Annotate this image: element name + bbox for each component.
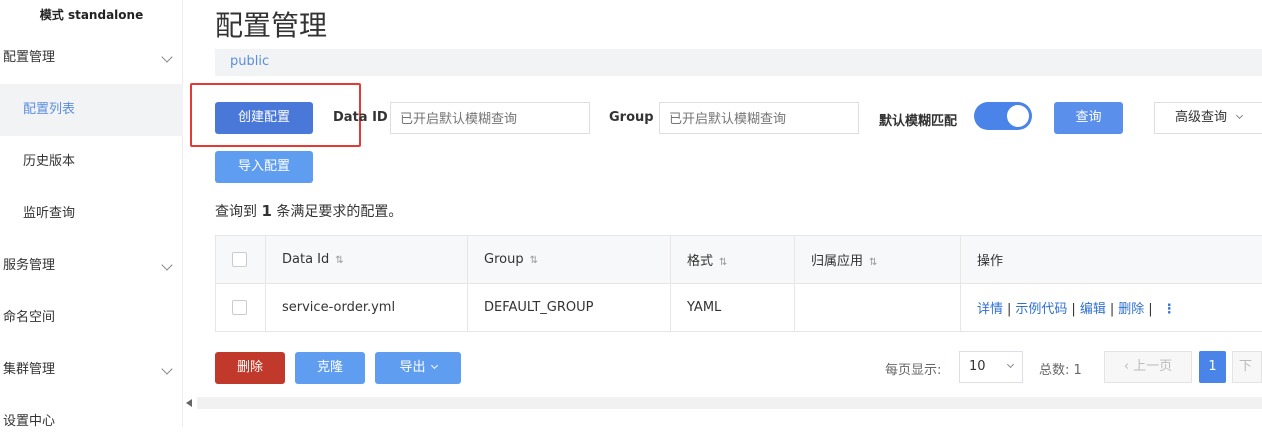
sidebar-item-label: 历史版本	[23, 154, 75, 169]
detail-link[interactable]: 详情	[977, 302, 1003, 317]
sample-code-link[interactable]: 示例代码	[1015, 302, 1067, 317]
cell-app	[795, 284, 961, 332]
header-app[interactable]: 归属应用⇅	[795, 236, 961, 284]
header-format[interactable]: 格式⇅	[671, 236, 795, 284]
page-number-current[interactable]: 1	[1199, 351, 1226, 383]
sidebar-item-label: 配置列表	[23, 102, 75, 117]
header-data-id[interactable]: Data Id⇅	[266, 236, 468, 284]
mode-label: 模式 standalone	[0, 6, 183, 23]
query-summary: 查询到 1 条满足要求的配置。	[215, 201, 402, 221]
horizontal-scrollbar[interactable]	[183, 395, 1262, 411]
sort-icon[interactable]: ⇅	[335, 255, 343, 266]
header-group[interactable]: Group⇅	[468, 236, 671, 284]
clone-button[interactable]: 克隆	[295, 352, 365, 384]
group-label: Group	[609, 110, 654, 125]
prev-page-button[interactable]: ‹ 上一页	[1104, 351, 1192, 383]
delete-link[interactable]: 删除	[1118, 302, 1144, 317]
sidebar-item-history[interactable]: 历史版本	[0, 136, 183, 188]
cell-group: DEFAULT_GROUP	[468, 284, 671, 332]
summary-prefix: 查询到	[215, 204, 257, 220]
toggle-knob	[1007, 105, 1029, 127]
table-row: service-order.yml DEFAULT_GROUP YAML 详情|…	[216, 284, 1262, 332]
sidebar-item-cluster-management[interactable]: 集群管理	[0, 344, 183, 396]
advanced-query-label: 高级查询	[1175, 110, 1227, 125]
sidebar-item-settings[interactable]: 设置中心	[0, 396, 183, 448]
export-label: 导出	[399, 360, 425, 375]
sort-icon[interactable]: ⇅	[869, 257, 877, 268]
advanced-query-dropdown[interactable]: 高级查询	[1154, 102, 1262, 134]
group-input[interactable]	[659, 102, 859, 134]
create-config-button[interactable]: 创建配置	[215, 102, 313, 134]
export-button[interactable]: 导出	[375, 352, 461, 384]
bulk-delete-button[interactable]: 删除	[215, 352, 285, 384]
more-icon[interactable]: ⋮	[1163, 302, 1176, 317]
chevron-down-icon	[430, 362, 437, 369]
sort-icon[interactable]: ⇅	[530, 255, 538, 266]
sidebar-item-config-list[interactable]: 配置列表	[0, 84, 183, 136]
config-table: Data Id⇅ Group⇅ 格式⇅ 归属应用⇅ 操作 service-ord…	[215, 235, 1262, 332]
summary-count: 1	[261, 202, 271, 220]
sidebar-item-namespace[interactable]: 命名空间	[0, 292, 183, 344]
query-button[interactable]: 查询	[1054, 102, 1123, 134]
sidebar: 模式 standalone 配置管理 配置列表 历史版本 监听查询 服务管理 命…	[0, 0, 183, 427]
chevron-down-icon	[161, 259, 172, 270]
page-size-select[interactable]: 10	[959, 351, 1023, 383]
sidebar-item-service-management[interactable]: 服务管理	[0, 240, 183, 292]
page-size-value: 10	[969, 359, 986, 374]
namespace-bar: public	[215, 49, 1262, 76]
sidebar-item-label: 集群管理	[3, 362, 55, 377]
import-config-button[interactable]: 导入配置	[215, 151, 313, 183]
header-ops: 操作	[961, 236, 1262, 284]
cell-data-id: service-order.yml	[266, 284, 468, 332]
fuzzy-match-toggle[interactable]	[974, 102, 1032, 130]
chevron-down-icon	[1236, 112, 1243, 119]
sort-icon[interactable]: ⇅	[719, 257, 727, 268]
checkbox[interactable]	[232, 300, 247, 315]
row-select[interactable]	[216, 284, 266, 332]
prev-label: 上一页	[1133, 359, 1172, 374]
edit-link[interactable]: 编辑	[1080, 302, 1106, 317]
total-label: 总数: 1	[1039, 359, 1082, 378]
page-title: 配置管理	[215, 4, 327, 44]
namespace-tab-public[interactable]: public	[230, 54, 269, 69]
sidebar-item-listener-query[interactable]: 监听查询	[0, 188, 183, 240]
next-page-button[interactable]: 下一	[1232, 351, 1262, 383]
sidebar-item-config-management[interactable]: 配置管理	[0, 32, 183, 84]
scroll-left-icon[interactable]	[186, 399, 192, 407]
sidebar-item-label: 配置管理	[3, 50, 55, 65]
header-select-all[interactable]	[216, 236, 266, 284]
table-header-row: Data Id⇅ Group⇅ 格式⇅ 归属应用⇅ 操作	[216, 236, 1262, 284]
chevron-down-icon	[161, 51, 172, 62]
page-size-label: 每页显示:	[885, 359, 941, 378]
sidebar-item-label: 命名空间	[3, 310, 55, 325]
summary-suffix: 条满足要求的配置。	[276, 204, 402, 220]
fuzzy-match-label: 默认模糊匹配	[879, 110, 957, 129]
chevron-down-icon	[161, 363, 172, 374]
checkbox[interactable]	[232, 252, 247, 267]
data-id-input[interactable]	[390, 102, 590, 134]
cell-format: YAML	[671, 284, 795, 332]
scrollbar-track[interactable]	[197, 397, 1262, 409]
data-id-label: Data ID	[333, 110, 388, 125]
cell-ops: 详情|示例代码|编辑|删除|⋮	[961, 284, 1262, 332]
sidebar-item-label: 服务管理	[3, 258, 55, 273]
chevron-down-icon	[1007, 361, 1014, 368]
sidebar-item-label: 监听查询	[23, 206, 75, 221]
main-content: 配置管理 public 创建配置 Data ID Group 默认模糊匹配 查询…	[183, 0, 1262, 427]
chevron-left-icon: ‹	[1124, 359, 1129, 374]
